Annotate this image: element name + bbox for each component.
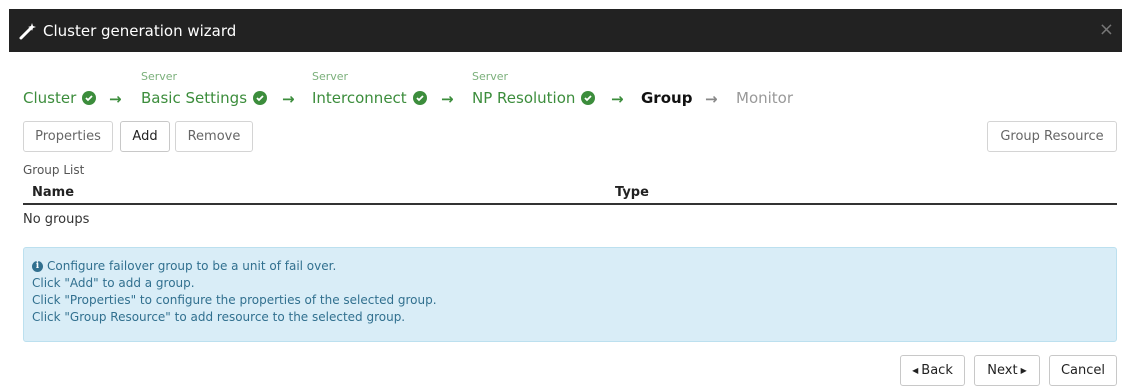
arrow-right-icon: → <box>109 90 122 108</box>
arrow-right-icon: → <box>441 90 454 108</box>
wizard-title: Cluster generation wizard <box>43 21 237 40</box>
back-button[interactable]: ◀ Back <box>900 355 965 386</box>
back-label: Back <box>921 363 953 378</box>
wizard-titlebar: Cluster generation wizard × <box>9 9 1122 52</box>
top-strip <box>0 0 1122 9</box>
step-label: Basic Settings <box>141 89 248 107</box>
check-circle-icon <box>253 91 268 105</box>
group-list-label: Group List <box>23 163 85 177</box>
group-table-header: Name Type <box>23 183 1117 205</box>
caret-right-icon: ▶ <box>1020 366 1027 375</box>
empty-table-message: No groups <box>23 212 90 227</box>
info-line: Configure failover group to be a unit of… <box>47 259 337 273</box>
arrow-right-icon: → <box>282 90 295 108</box>
step-label: Interconnect <box>312 89 407 107</box>
check-circle-icon <box>581 91 596 105</box>
column-header-name: Name <box>32 185 75 200</box>
group-resource-button[interactable]: Group Resource <box>987 121 1117 152</box>
close-icon[interactable]: × <box>1099 21 1114 39</box>
info-line: Click "Group Resource" to add resource t… <box>32 310 406 324</box>
step-sup: Server <box>472 70 509 83</box>
step-sup: Server <box>141 70 178 83</box>
column-header-type: Type <box>615 185 649 200</box>
properties-button[interactable]: Properties <box>23 121 113 152</box>
next-label: Next <box>987 363 1018 378</box>
caret-left-icon: ◀ <box>912 366 919 375</box>
arrow-right-icon: → <box>705 90 718 108</box>
next-button[interactable]: Next ▶ <box>974 355 1040 386</box>
step-label: NP Resolution <box>472 89 576 107</box>
add-button[interactable]: Add <box>120 121 170 152</box>
info-alert: i Configure failover group to be a unit o… <box>23 247 1117 342</box>
check-circle-icon <box>412 91 427 105</box>
step-sup: Server <box>312 70 349 83</box>
step-label: Cluster <box>23 89 77 107</box>
magic-wand-icon <box>19 22 36 39</box>
check-circle-icon <box>82 91 97 105</box>
arrow-right-icon: → <box>611 90 624 108</box>
info-line: Click "Add" to add a group. <box>32 276 195 290</box>
cancel-button[interactable]: Cancel <box>1049 355 1117 386</box>
info-icon: i <box>32 261 43 272</box>
wizard-steps: Cluster → Server Basic Settings → Server… <box>23 70 1023 112</box>
info-line: Click "Properties" to configure the prop… <box>32 293 437 307</box>
step-label: Group <box>641 89 693 107</box>
step-label: Monitor <box>736 89 794 107</box>
remove-button[interactable]: Remove <box>175 121 253 152</box>
